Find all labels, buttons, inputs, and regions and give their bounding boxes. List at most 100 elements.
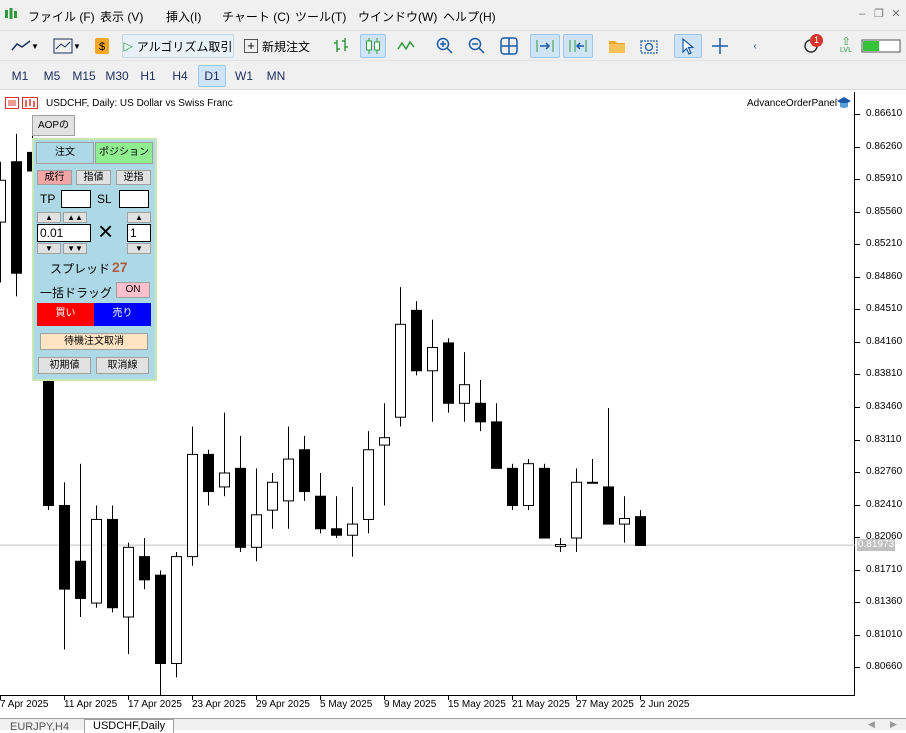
bar-chart-button[interactable] xyxy=(330,34,354,58)
auto-scroll-button[interactable] xyxy=(530,34,560,58)
buy-button[interactable]: 買い xyxy=(37,303,94,326)
tab-order[interactable]: 注文 xyxy=(36,142,94,164)
signal-strength-icon xyxy=(861,39,901,53)
candle-body xyxy=(155,574,166,664)
grid-button[interactable] xyxy=(498,34,520,58)
menu-view[interactable]: 表示 (V) xyxy=(100,8,143,25)
multiplier-down-button[interactable]: ▼ xyxy=(127,243,151,254)
signals-button[interactable]: ⇧ LVL xyxy=(836,34,856,58)
lot-down-small-button[interactable]: ▼ xyxy=(37,243,61,254)
bulk-drag-toggle[interactable]: ON xyxy=(116,282,150,298)
zoom-in-button[interactable] xyxy=(434,34,456,58)
multiplier-up-button[interactable]: ▲ xyxy=(127,212,151,223)
chart-title: USDCHF, Daily: US Dollar vs Swiss Franc xyxy=(46,98,233,109)
tab-scroll-right-icon[interactable]: ▶ xyxy=(890,719,897,730)
chart-title-icons xyxy=(5,97,38,109)
line-chart-button[interactable] xyxy=(394,34,418,58)
candle-body xyxy=(395,323,406,418)
timeframe-w1[interactable]: W1 xyxy=(230,65,258,87)
limit-order-button[interactable]: 指値 xyxy=(76,170,111,185)
price-tick xyxy=(855,569,860,571)
minimize-icon[interactable]: – xyxy=(855,7,869,21)
screenshot-button[interactable] xyxy=(638,34,660,58)
restore-icon[interactable]: ❐ xyxy=(872,7,886,21)
candle-body xyxy=(251,514,262,548)
candle xyxy=(203,449,214,506)
candle xyxy=(91,505,102,608)
lot-input[interactable]: 0.01 xyxy=(37,224,91,242)
timeframe-m1[interactable]: M1 xyxy=(6,65,34,87)
tab-position[interactable]: ポジション xyxy=(95,142,153,164)
candle xyxy=(347,486,358,557)
chart-tab-eurjpy[interactable]: EURJPY,H4 xyxy=(2,721,77,733)
close-icon[interactable]: ✕ xyxy=(889,7,903,21)
zoom-out-button[interactable] xyxy=(466,34,488,58)
menu-chart[interactable]: チャート (C) xyxy=(222,8,290,25)
sl-input[interactable] xyxy=(119,190,149,208)
timeframe-d1[interactable]: D1 xyxy=(198,65,226,87)
crosshair-button[interactable] xyxy=(708,34,732,58)
timeframe-mn[interactable]: MN xyxy=(262,65,290,87)
candle-body xyxy=(379,437,390,446)
plus-icon: + xyxy=(243,39,258,53)
candle-body xyxy=(443,342,454,404)
algo-trading-button[interactable]: ▷ アルゴリズム取引 xyxy=(122,34,234,58)
menu-help[interactable]: ヘルプ(H) xyxy=(443,8,496,25)
chart-type-dropdown[interactable]: ▼ xyxy=(48,34,86,58)
new-order-button[interactable]: + 新規注文 xyxy=(240,34,314,58)
toolbar-scroll-left[interactable]: ‹ xyxy=(748,34,762,58)
multiplier-input[interactable]: 1 xyxy=(127,224,151,242)
deposit-button[interactable]: $ xyxy=(92,34,112,58)
line-chart-icon xyxy=(11,40,31,51)
cancel-line-button[interactable]: 取消線 xyxy=(96,357,149,374)
candle xyxy=(299,435,310,501)
reset-button[interactable]: 初期値 xyxy=(38,357,91,374)
algo-trading-label: アルゴリズム取引 xyxy=(136,39,233,54)
date-tick-label: 23 Apr 2025 xyxy=(192,699,246,710)
timeframe-m15[interactable]: M15 xyxy=(70,65,98,87)
timeframe-m30[interactable]: M30 xyxy=(102,65,132,87)
chart-tab-bar: EURJPY,H4 USDCHF,Daily ◀ ▶ xyxy=(0,718,906,733)
notifications-button[interactable]: 1 xyxy=(796,34,826,58)
wave-line-icon xyxy=(397,40,415,51)
price-tick xyxy=(855,537,860,539)
candle xyxy=(75,463,86,618)
stop-order-button[interactable]: 逆指 xyxy=(116,170,151,185)
chart-area[interactable]: USDCHF, Daily: US Dollar vs Swiss Franc … xyxy=(0,92,906,718)
market-order-button[interactable]: 成行 xyxy=(37,170,72,185)
line-chart-dropdown[interactable]: ▼ xyxy=(6,34,44,58)
lot-down-large-button[interactable]: ▼▼ xyxy=(63,243,87,254)
menu-file[interactable]: ファイル (F) xyxy=(28,8,95,25)
templates-button[interactable] xyxy=(606,34,628,58)
window-menu-icon[interactable] xyxy=(5,97,19,109)
timeframe-h4[interactable]: H4 xyxy=(166,65,194,87)
tp-input[interactable] xyxy=(61,190,91,208)
tab-scroll-left-icon[interactable]: ◀ xyxy=(868,719,875,730)
menu-tools[interactable]: ツール(T) xyxy=(295,8,346,25)
candle-body xyxy=(123,546,134,618)
lot-up-small-button[interactable]: ▲ xyxy=(37,212,61,223)
date-tick-label: 2 Jun 2025 xyxy=(640,699,690,710)
price-tick xyxy=(855,114,860,116)
sell-button[interactable]: 売り xyxy=(94,303,151,326)
lot-up-large-button[interactable]: ▲▲ xyxy=(63,212,87,223)
timeframe-h1[interactable]: H1 xyxy=(134,65,162,87)
cursor-button[interactable] xyxy=(674,34,702,58)
price-tick xyxy=(855,667,860,669)
price-tick-label: 0.81710 xyxy=(866,563,903,575)
chart-shift-button[interactable] xyxy=(563,34,593,58)
up-arrow-icon: ⇧ xyxy=(841,36,851,48)
chart-tab-usdchf[interactable]: USDCHF,Daily xyxy=(84,719,175,733)
menu-insert[interactable]: 挿入(I) xyxy=(166,8,201,25)
price-tick-label: 0.85560 xyxy=(866,205,903,217)
signals-label: LVL xyxy=(840,47,852,54)
candle-body xyxy=(43,374,54,507)
hide-panel-button[interactable]: AOPの非表示 xyxy=(32,115,75,150)
candle xyxy=(315,472,326,534)
menu-window[interactable]: ウインドウ(W) xyxy=(358,8,437,25)
candlestick-button[interactable] xyxy=(360,34,386,58)
timeframe-m5[interactable]: M5 xyxy=(38,65,66,87)
cancel-pending-button[interactable]: 待機注文取消 xyxy=(40,333,148,350)
candle-body xyxy=(107,518,118,609)
candle-body xyxy=(475,402,486,423)
